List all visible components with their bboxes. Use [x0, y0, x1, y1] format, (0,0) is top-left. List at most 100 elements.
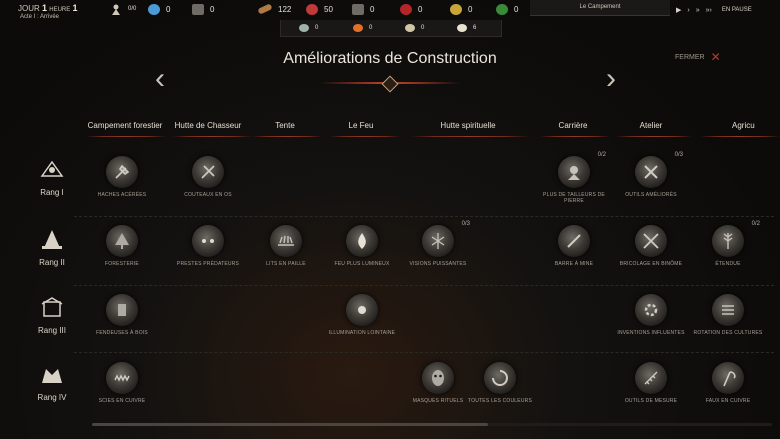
upgrade-barre-a-mine[interactable]: BARRE À MINE	[534, 225, 614, 267]
axe-icon	[106, 156, 138, 188]
berry-resource[interactable]: 0	[400, 2, 422, 16]
upgrade-bricolage-en-binome[interactable]: BRICOLAGE EN BINÔME	[611, 225, 691, 267]
rank-2-label: Rang II	[28, 228, 76, 267]
act-label: Acte I : Arrivée	[20, 14, 60, 20]
upgrade-haches-acerees[interactable]: HACHES ACÉRÉES	[82, 156, 162, 198]
day-hour-display: JOUR 1 HEURE 1	[18, 3, 78, 13]
distant-light-icon	[346, 294, 378, 326]
torch-resource[interactable]: 0	[405, 21, 424, 35]
spirit-resource[interactable]: 0	[148, 2, 170, 16]
rank-4-label: Rang IV	[28, 363, 76, 402]
gear-icon	[635, 294, 667, 326]
villager-icon	[110, 4, 122, 15]
play-icon[interactable]: ▶	[676, 6, 681, 14]
gold-resource[interactable]: 0	[450, 2, 472, 16]
category-underline	[616, 136, 692, 137]
bone-icon	[457, 24, 467, 32]
location-label: Le Campement	[530, 0, 670, 16]
upgrade-fendeuses-a-bois[interactable]: FENDEUSES À BOIS	[82, 294, 162, 336]
category-carriere[interactable]: Carrière	[548, 121, 598, 130]
upgrade-feu-plus-lumineux[interactable]: FEU PLUS LUMINEUX	[322, 225, 402, 267]
tree-icon	[106, 225, 138, 257]
category-tente[interactable]: Tente	[260, 121, 310, 130]
meat-icon	[306, 3, 318, 15]
category-underline	[540, 136, 610, 137]
category-le-feu[interactable]: Le Feu	[336, 121, 386, 130]
upgrade-faux-en-cuivre[interactable]: FAUX EN CUIVRE	[688, 362, 768, 404]
upgrade-foresterie[interactable]: FORESTERIE	[82, 225, 162, 267]
pause-status[interactable]: EN PAUSE	[722, 7, 752, 13]
straw-bed-icon	[270, 225, 302, 257]
copper-saw-icon	[106, 362, 138, 394]
stone-resource[interactable]: 0	[352, 2, 374, 16]
villager-resource[interactable]: 0/0	[110, 2, 136, 16]
category-campement-forestier[interactable]: Campement forestier	[82, 121, 168, 130]
rank-4-emblem-icon	[42, 369, 62, 383]
rank-2-emblem-icon	[42, 230, 62, 249]
upgrade-lits-en-paille[interactable]: LITS EN PAILLE	[246, 225, 326, 267]
upgrade-etendue[interactable]: 0/2 ÉTENDUE	[688, 221, 768, 267]
ritual-mask-icon	[422, 362, 454, 394]
wood-splitter-icon	[106, 294, 138, 326]
rank-1-emblem-icon	[40, 160, 64, 177]
next-page-arrow[interactable]: ›	[606, 64, 616, 94]
category-underline	[330, 136, 400, 137]
category-underline	[86, 136, 166, 137]
fish-resource[interactable]: 0	[299, 21, 318, 35]
category-hutte-de-chasseur[interactable]: Hutte de Chasseur	[170, 121, 246, 130]
close-button[interactable]: FERMER ✕	[675, 50, 721, 64]
category-atelier[interactable]: Atelier	[626, 121, 676, 130]
upgrade-visions-puissantes[interactable]: 0/3 VISIONS PUISSANTES	[398, 221, 478, 267]
category-underline	[172, 136, 252, 137]
speed-3-icon[interactable]: »›	[706, 7, 712, 14]
spirit-orb-icon	[148, 3, 160, 15]
upgrade-plus-de-tailleurs[interactable]: 0/2 PLUS DE TAILLEURS DE PIERRE	[534, 152, 614, 204]
herb-icon	[496, 3, 508, 15]
upgrade-inventions-influentes[interactable]: INVENTIONS INFLUENTES	[611, 294, 691, 336]
crowbar-icon	[558, 225, 590, 257]
upgrade-prestes-predateurs[interactable]: PRESTES PRÉDATEURS	[168, 225, 248, 267]
page-title: Améliorations de Construction	[283, 50, 497, 67]
upgrade-toutes-les-couleurs[interactable]: TOUTES LES COULEURS	[460, 362, 540, 404]
category-underline	[700, 136, 780, 137]
category-underline	[252, 136, 322, 137]
bone-resource[interactable]: 6	[457, 21, 476, 35]
fish-icon	[299, 24, 309, 32]
rank-1-label: Rang I	[28, 158, 76, 197]
measuring-tool-icon	[635, 362, 667, 394]
rank-3-label: Rang III	[28, 296, 76, 335]
upgrade-rotation-des-cultures[interactable]: ROTATION DES CULTURES	[688, 294, 768, 336]
upgrade-couteaux-en-os[interactable]: COUTEAUX EN OS	[168, 156, 248, 198]
wood-log-icon	[257, 3, 273, 15]
torch-icon	[405, 24, 415, 32]
rank-3-emblem-icon	[41, 297, 63, 317]
predator-eyes-icon	[192, 225, 224, 257]
ore-resource[interactable]: 0	[192, 2, 214, 16]
speed-2-icon[interactable]: »	[696, 7, 700, 14]
bright-fire-icon	[346, 225, 378, 257]
previous-page-arrow[interactable]: ‹	[155, 64, 165, 94]
upgrade-scies-en-cuivre[interactable]: SCIES EN CUIVRE	[82, 362, 162, 404]
upgrade-illumination-lointaine[interactable]: ILLUMINATION LOINTAINE	[322, 294, 402, 336]
fire-resource[interactable]: 0	[353, 21, 372, 35]
bone-knife-icon	[192, 156, 224, 188]
meat-resource[interactable]: 50	[306, 2, 333, 16]
horizontal-scrollbar-thumb[interactable]	[92, 423, 488, 426]
spirit-vision-icon	[422, 225, 454, 257]
title-ornament-icon	[381, 75, 399, 93]
speed-controls: ▶ › » »› EN PAUSE	[676, 6, 752, 15]
stonemason-icon	[558, 156, 590, 188]
color-swirl-icon	[484, 362, 516, 394]
category-agriculture[interactable]: Agricu	[732, 121, 780, 130]
crossed-tools-icon	[635, 225, 667, 257]
row-divider	[74, 352, 774, 354]
wood-resource[interactable]: 122	[257, 2, 291, 16]
crop-rotation-icon	[712, 294, 744, 326]
upgrade-outils-de-mesure[interactable]: OUTILS DE MESURE	[611, 362, 691, 404]
speed-1-icon[interactable]: ›	[687, 7, 689, 14]
category-hutte-spirituelle[interactable]: Hutte spirituelle	[420, 121, 516, 130]
top-bar: JOUR 1 HEURE 1 Acte I : Arrivée 0/0 0 0 …	[0, 0, 780, 20]
herb-resource[interactable]: 0	[496, 2, 518, 16]
upgrade-outils-ameliores[interactable]: 0/3 OUTILS AMÉLIORÉS	[611, 152, 691, 198]
row-divider	[74, 285, 774, 287]
